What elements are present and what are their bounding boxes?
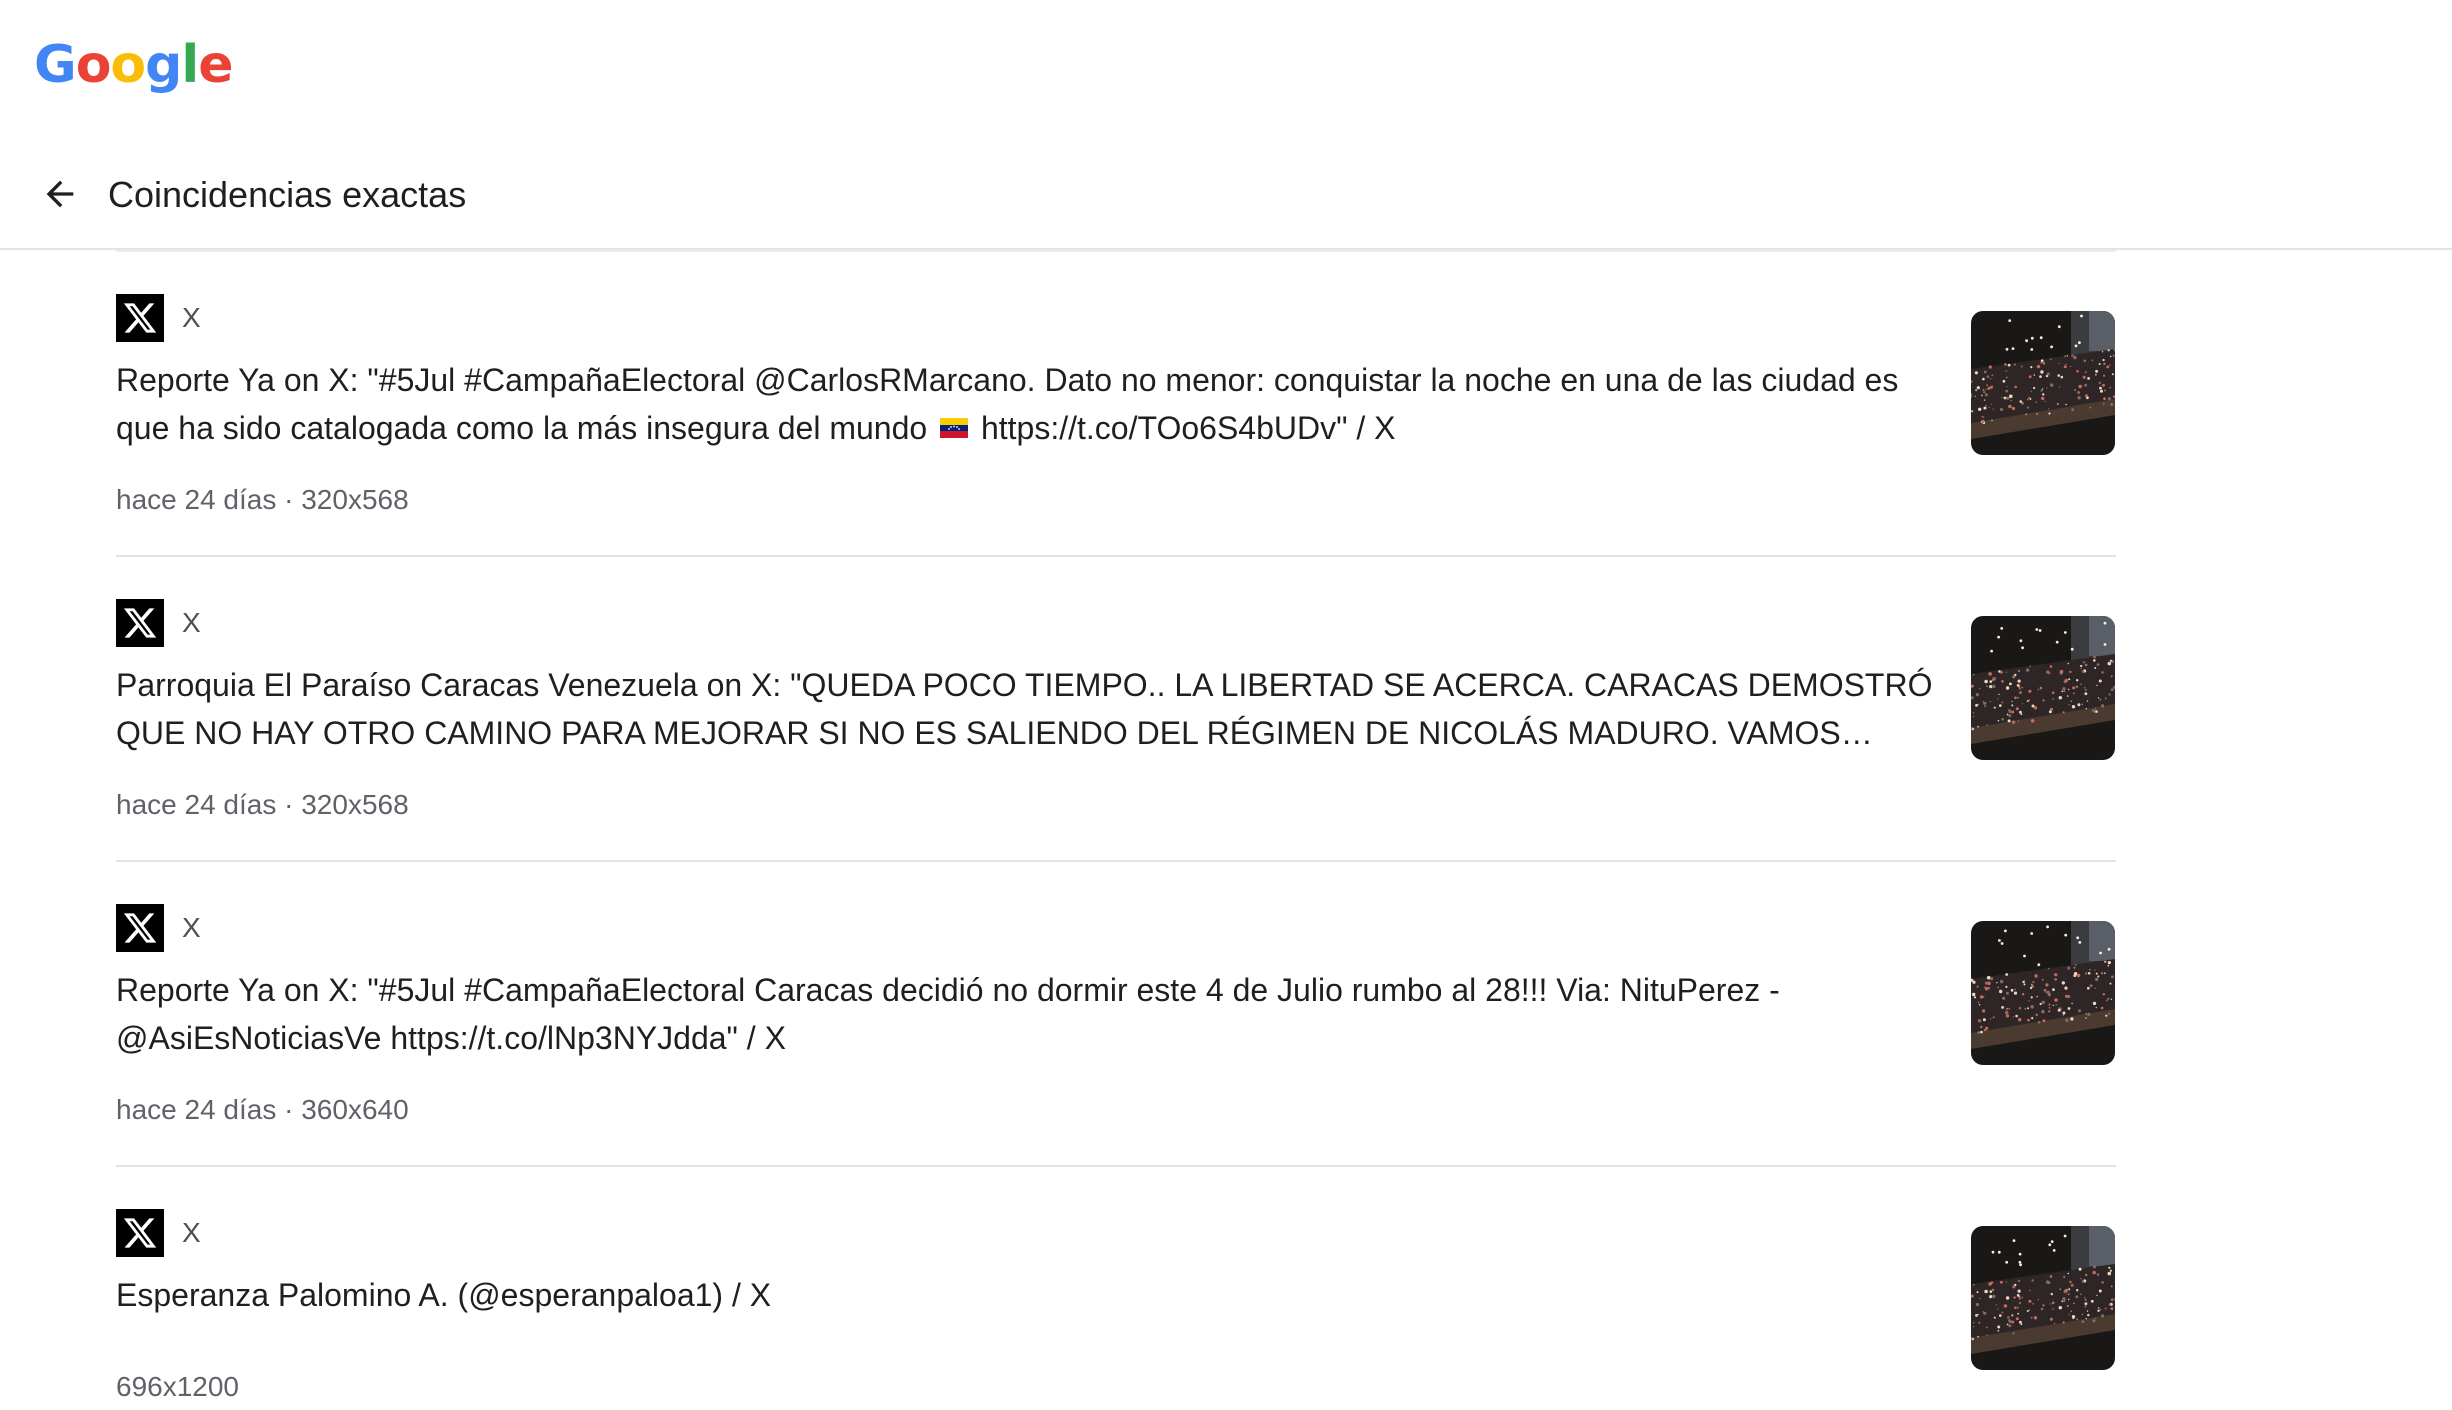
- result-title-text-end: https://t.co/TOo6S4bUDv" / X: [980, 410, 1396, 446]
- logo-letter: l: [181, 35, 199, 95]
- logo-letter: o: [75, 35, 112, 95]
- arrow-back-icon: [46, 180, 74, 208]
- logo-letter: G: [34, 35, 77, 95]
- result-title-text: Reporte Ya on X: "#5Jul #CampañaElectora…: [116, 972, 1780, 1056]
- result-source[interactable]: X: [116, 599, 201, 647]
- venezuela-flag-icon: [940, 417, 969, 438]
- x-logo-icon: [116, 599, 164, 647]
- page-title: Coincidencias exactas: [108, 174, 467, 215]
- result-thumbnail[interactable]: [1971, 311, 2115, 455]
- result-item: X Reporte Ya on X: "#5Jul #CampañaElecto…: [116, 250, 2116, 555]
- google-logo[interactable]: Google: [34, 30, 234, 100]
- logo-letter: e: [198, 35, 233, 95]
- crowd-photo-image: [1971, 616, 2115, 760]
- page: Google Coincidencias exactas X Reporte Y…: [0, 0, 2452, 1410]
- source-name: X: [182, 607, 201, 638]
- x-logo-icon: [116, 294, 164, 342]
- result-title-link[interactable]: Reporte Ya on X: "#5Jul #CampañaElectora…: [116, 966, 1936, 1062]
- x-logo-icon: [116, 904, 164, 952]
- result-thumbnail[interactable]: [1971, 1226, 2115, 1370]
- crowd-photo-image: [1971, 311, 2115, 455]
- result-title-link[interactable]: Reporte Ya on X: "#5Jul #CampañaElectora…: [116, 356, 1936, 452]
- logo-letter: g: [145, 35, 182, 95]
- result-title-text: Parroquia El Paraíso Caracas Venezuela o…: [116, 667, 1933, 751]
- crowd-photo-image: [1971, 921, 2115, 1065]
- logo-letter: o: [110, 35, 146, 95]
- source-name: X: [182, 1217, 201, 1248]
- crowd-photo-image: [1971, 1226, 2115, 1370]
- result-source[interactable]: X: [116, 904, 201, 952]
- back-button[interactable]: [30, 164, 90, 224]
- result-title-link[interactable]: Esperanza Palomino A. (@esperanpaloa1) /…: [116, 1271, 1936, 1319]
- result-title-text: Esperanza Palomino A. (@esperanpaloa1) /…: [116, 1277, 772, 1313]
- result-thumbnail[interactable]: [1971, 921, 2115, 1065]
- result-meta: 696x1200: [116, 1371, 240, 1402]
- result-source[interactable]: X: [116, 294, 201, 342]
- results-header: Coincidencias exactas: [0, 145, 2452, 250]
- result-meta: hace 24 días · 360x640: [116, 1094, 409, 1125]
- result-meta: hace 24 días · 320x568: [116, 789, 409, 820]
- result-item: X Reporte Ya on X: "#5Jul #CampañaElecto…: [116, 860, 2116, 1165]
- source-name: X: [182, 912, 201, 943]
- x-logo-icon: [116, 1209, 164, 1257]
- result-thumbnail[interactable]: [1971, 616, 2115, 760]
- result-source[interactable]: X: [116, 1209, 201, 1257]
- result-item: X Esperanza Palomino A. (@esperanpaloa1)…: [116, 1165, 2116, 1410]
- result-meta: hace 24 días · 320x568: [116, 484, 409, 515]
- result-item: X Parroquia El Paraíso Caracas Venezuela…: [116, 555, 2116, 860]
- results-list: X Reporte Ya on X: "#5Jul #CampañaElecto…: [116, 250, 2116, 1410]
- source-name: X: [182, 302, 201, 333]
- result-title-link[interactable]: Parroquia El Paraíso Caracas Venezuela o…: [116, 661, 1936, 757]
